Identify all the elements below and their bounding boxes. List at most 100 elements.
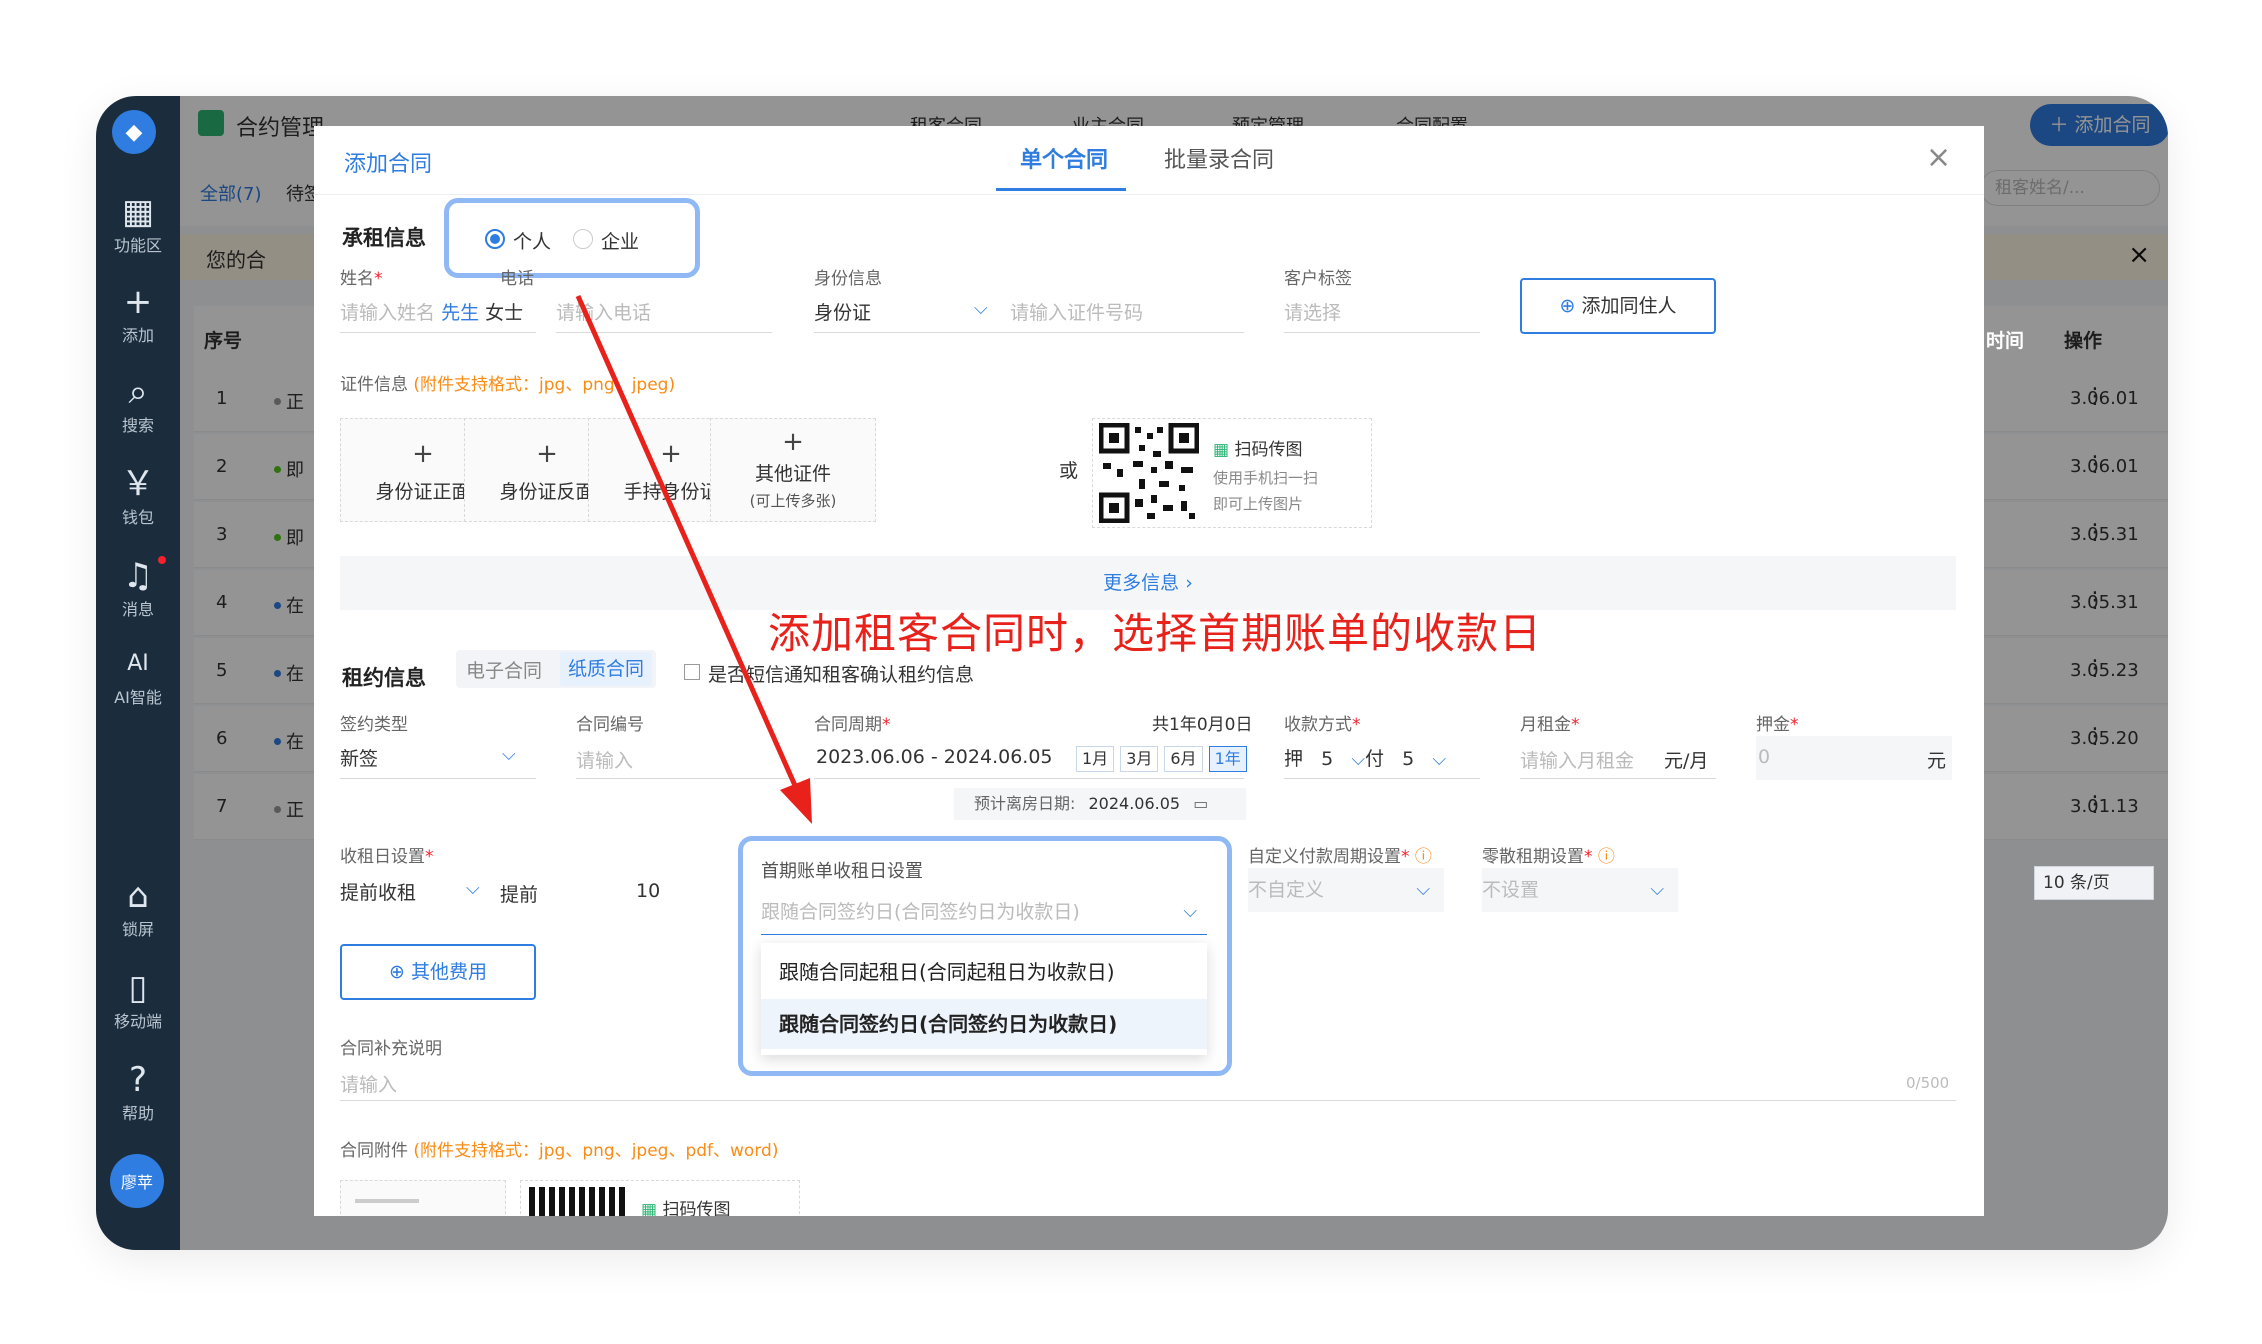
or-text: 或 (1059, 460, 1079, 482)
sidebar-item-search[interactable]: ⌕ 搜索 (96, 372, 180, 436)
tab-single[interactable]: 单个合同 (1020, 142, 1108, 174)
annotation-text: 添加租客合同时，选择首期账单的收款日 (768, 609, 1543, 658)
odd-period-label: 零散租期设置* ⓘ (1482, 847, 1615, 867)
collect-label: 收租日设置* (340, 847, 434, 867)
phone-icon: ▯ (128, 968, 148, 1008)
collect-days-input[interactable]: 10 (636, 880, 660, 902)
upload-4[interactable]: + 其他证件 (可上传多张) (710, 418, 876, 522)
ai-icon: AI (127, 651, 149, 676)
sidebar-item-phone[interactable]: ▯ 移动端 (96, 968, 180, 1032)
id-type-select[interactable]: 身份证 (814, 298, 871, 325)
chevron-down-icon[interactable]: ⌵ (974, 298, 988, 319)
tag-select[interactable]: 请选择 (1284, 298, 1341, 325)
sms-notice-label[interactable]: 是否短信通知租客确认租约信息 (708, 660, 974, 687)
grid-icon: ▦ (121, 192, 155, 232)
col-time: 时间 (1986, 330, 2025, 352)
help-icon[interactable]: ⓘ (1598, 847, 1615, 867)
radio-company-label[interactable]: 企业 (601, 227, 639, 254)
contract-no-input[interactable]: 请输入 (576, 746, 633, 773)
deposit-input[interactable]: 0 元 (1756, 736, 1952, 780)
add-cohabitant-button[interactable]: ⊕ 添加同住人 (1520, 278, 1716, 334)
collect-advance-label: 提前 (500, 884, 539, 906)
tag-1-year[interactable]: 1年 (1208, 746, 1247, 772)
rent-input[interactable]: 请输入月租金 (1520, 746, 1634, 773)
sidebar-item-label: 帮助 (121, 1104, 154, 1123)
period-quick-tags: 1月 3月 6月 1年 (1070, 746, 1247, 772)
sign-type-select[interactable]: 新签 (340, 744, 378, 771)
qr-code-icon (1099, 423, 1199, 523)
custom-period-select[interactable]: 不自定义 ⌵ (1248, 868, 1444, 912)
tenant-section-title: 承租信息 (342, 226, 426, 250)
sidebar-item-bell[interactable]: ♫ 消息 (96, 556, 180, 620)
plus-circle-icon: ⊕ (389, 961, 405, 983)
remark-counter: 0/500 (1906, 1074, 1950, 1092)
tag-6-months[interactable]: 6月 (1164, 746, 1203, 772)
dropdown-option-sign-date[interactable]: 跟随合同签约日(合同签约日为收款日) (761, 999, 1207, 1049)
wallet-icon: ￥ (121, 464, 155, 504)
add-contract-modal: 添加合同 单个合同 批量录合同 × 承租信息 个人 企业 姓名* 请输入姓名 先… (314, 126, 1984, 1216)
odd-period-select[interactable]: 不设置 ⌵ (1482, 868, 1678, 912)
period-range-input[interactable]: 2023.06.06 - 2024.06.05 (816, 746, 1053, 768)
sidebar-item-ai[interactable]: AI AI智能 (96, 644, 180, 708)
first-bill-highlight: 首期账单收租日设置 跟随合同签约日(合同签约日为收款日) ⌵ 跟随合同起租日(合同… (738, 836, 1232, 1076)
checkout-date[interactable]: 预计离房日期: 2024.06.05 ▭ (954, 788, 1246, 820)
gender-mr[interactable]: 先生 (441, 302, 479, 324)
sms-checkbox[interactable] (684, 664, 700, 680)
help-icon[interactable]: ⓘ (1415, 847, 1432, 867)
custom-period-label: 自定义付款周期设置* ⓘ (1248, 847, 1432, 867)
name-label: 姓名* (340, 269, 383, 289)
paper-contract-option[interactable]: 纸质合同 (560, 652, 652, 686)
sidebar-item-plus[interactable]: + 添加 (96, 282, 180, 346)
modal-title: 添加合同 (344, 152, 433, 177)
attach-label: 合同附件 (附件支持格式：jpg、png、jpeg、pdf、word) (340, 1141, 779, 1161)
id-number-input[interactable]: 请输入证件号码 (1010, 298, 1143, 325)
tab-batch[interactable]: 批量录合同 (1164, 142, 1274, 174)
upload-sublabel: (可上传多张) (749, 492, 837, 510)
name-field[interactable]: 请输入姓名 先生 女士 (340, 298, 523, 325)
sidebar-item-help[interactable]: ? 帮助 (96, 1060, 180, 1124)
page-size-select[interactable]: 10 条/页 (2034, 866, 2154, 900)
period-total: 共1年0月0日 (1152, 715, 1253, 735)
tenant-type-highlight: 个人 企业 (444, 198, 700, 278)
radio-company[interactable] (573, 229, 593, 249)
qr-title: 扫码传图 (1234, 440, 1303, 460)
phone-label: 电话 (500, 269, 534, 289)
chevron-down-icon[interactable]: ⌵ (466, 878, 480, 899)
qr-upload-box[interactable]: ▦ 扫码传图 使用手机扫一扫 即可上传图片 (1092, 418, 1372, 528)
avatar[interactable]: 廖苹 (110, 1154, 164, 1208)
gender-ms[interactable]: 女士 (485, 302, 523, 324)
tag-1-month[interactable]: 1月 (1076, 746, 1115, 772)
radio-personal-checked[interactable] (485, 229, 505, 249)
cert-label: 证件信息 (附件支持格式：jpg、png、jpeg) (340, 375, 676, 395)
help-icon: ? (128, 1060, 148, 1100)
radio-personal-label[interactable]: 个人 (513, 227, 551, 254)
pay-method-select[interactable]: 押 5 ⌵付 5 ⌵ (1284, 744, 1446, 771)
collect-mode-select[interactable]: 提前收租 (340, 878, 416, 905)
contract-no-label: 合同编号 (576, 715, 644, 735)
sidebar-item-lock[interactable]: ⌂ 锁屏 (96, 876, 180, 940)
plus-icon: + (123, 282, 153, 322)
close-icon[interactable]: × (1926, 140, 1951, 175)
attach-upload-box[interactable] (340, 1180, 506, 1216)
first-bill-select[interactable]: 跟随合同签约日(合同签约日为收款日) ⌵ (761, 895, 1207, 935)
sidebar-item-label: 移动端 (113, 1012, 162, 1031)
electronic-contract-option[interactable]: 电子合同 (466, 656, 542, 683)
phone-input[interactable]: 请输入电话 (556, 298, 651, 325)
remark-input[interactable]: 请输入 (340, 1070, 397, 1097)
chevron-right-icon: › (1185, 572, 1193, 594)
tag-3-months[interactable]: 3月 (1120, 746, 1159, 772)
other-fee-button[interactable]: ⊕ 其他费用 (340, 944, 536, 1000)
tab-indicator (996, 188, 1126, 191)
sidebar-item-wallet[interactable]: ￥ 钱包 (96, 464, 180, 528)
notification-dot (158, 556, 166, 564)
app-logo-icon[interactable]: ◆ (112, 110, 156, 154)
dropdown-option-start-date[interactable]: 跟随合同起租日(合同起租日为收款日) (761, 947, 1207, 997)
contract-type-switch: 电子合同 纸质合同 (456, 650, 656, 688)
chevron-down-icon[interactable]: ⌵ (502, 744, 516, 765)
sidebar: ◆ ▦ 功能区 + 添加 ⌕ 搜索 ￥ 钱包 ♫ 消息 AI AI智能 ⌂ 锁屏 ▯ 移动端? 帮助 廖苹 (96, 96, 180, 1250)
sidebar-item-label: 添加 (121, 326, 154, 345)
sidebar-item-grid[interactable]: ▦ 功能区 (96, 192, 180, 256)
attach-qr-box[interactable]: ▦ 扫码传图 (520, 1180, 800, 1216)
divider (314, 194, 1984, 195)
remark-label: 合同补充说明 (340, 1039, 442, 1059)
